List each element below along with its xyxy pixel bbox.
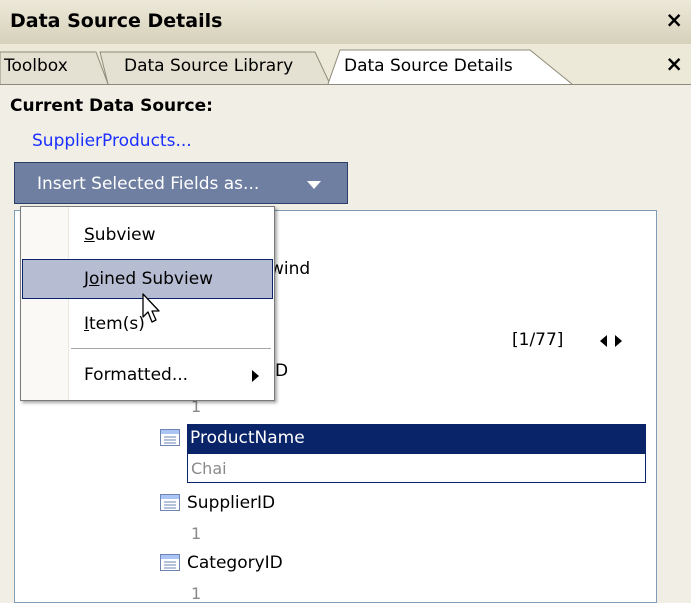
field-icon (160, 554, 180, 571)
record-nav-arrows-icon[interactable] (600, 335, 622, 347)
menu-item-subview[interactable]: Subview (22, 215, 273, 255)
field-icon (160, 429, 180, 446)
field-name: ProductName (190, 428, 305, 448)
tab-toolbox[interactable]: Toolbox (4, 56, 68, 76)
field-name[interactable]: CategoryID (187, 553, 283, 573)
field-value: Chai (191, 459, 227, 478)
data-source-link[interactable]: SupplierProducts... (32, 131, 192, 151)
tab-data-source-details[interactable]: Data Source Details (344, 56, 513, 76)
menu-item-label: Joined Subview (84, 269, 214, 289)
mouse-cursor-icon (142, 293, 160, 323)
tab-data-source-library[interactable]: Data Source Library (124, 56, 293, 76)
submenu-arrow-icon (252, 370, 259, 382)
dropdown-arrow-icon (307, 181, 321, 189)
current-data-source-heading: Current Data Source: (10, 96, 213, 116)
panel-title-bar: Data Source Details × (0, 0, 691, 45)
panel-title: Data Source Details (10, 10, 223, 32)
record-pager: [1/77] (512, 330, 564, 350)
menu-separator (71, 348, 271, 349)
menu-item-label: Formatted... (84, 365, 189, 385)
tree-node-partial: wind (270, 259, 311, 279)
field-value: 1 (191, 584, 202, 603)
tab-strip: Toolbox Data Source Library Data Source … (0, 44, 691, 85)
insert-selected-fields-button[interactable]: Insert Selected Fields as... (14, 162, 348, 204)
close-tab-icon[interactable]: × (665, 54, 683, 75)
field-name[interactable]: SupplierID (187, 493, 275, 513)
field-icon (160, 494, 180, 511)
field-value-box: Chai (187, 453, 646, 483)
menu-item-label: Subview (84, 225, 156, 245)
close-panel-icon[interactable]: × (665, 10, 683, 31)
tree-field-partial: D (275, 361, 289, 381)
menu-item-formatted[interactable]: Formatted... (22, 355, 273, 395)
field-value: 1 (191, 524, 202, 543)
menu-item-label: Item(s) (84, 314, 145, 334)
insert-button-label: Insert Selected Fields as... (37, 174, 260, 194)
field-row-selected[interactable]: ProductName (187, 424, 646, 453)
